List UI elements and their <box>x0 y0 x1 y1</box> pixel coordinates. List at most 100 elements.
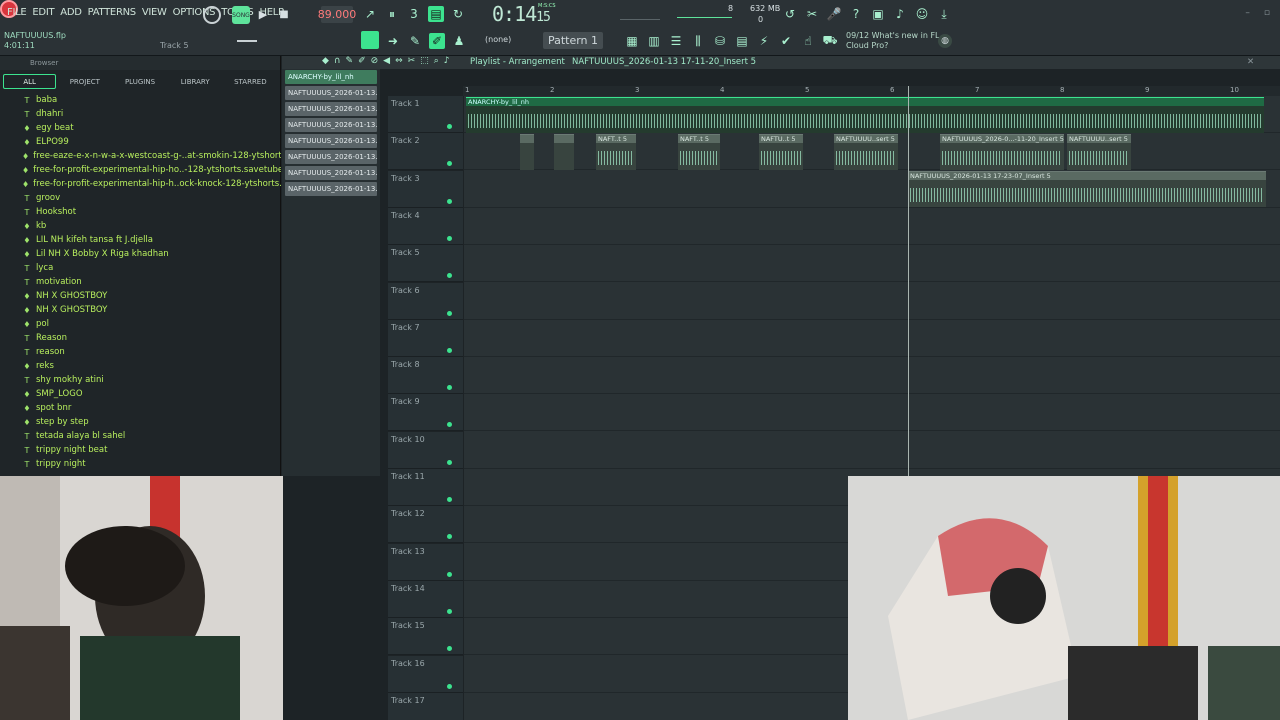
paint-icon[interactable]: ✐ <box>358 56 366 69</box>
countdown-icon[interactable]: 3 <box>406 6 422 22</box>
track-header[interactable]: Track 2 <box>388 133 463 171</box>
picker-item[interactable]: NAFTUUUUS_2026-01-13... <box>285 134 377 148</box>
browser-item[interactable]: Tlyca <box>0 261 281 275</box>
track-header[interactable]: Track 10 <box>388 431 463 469</box>
track-header[interactable]: Track 7 <box>388 319 463 357</box>
track-header[interactable]: Track 8 <box>388 357 463 395</box>
browser-item[interactable]: Tshy mokhy atini <box>0 373 281 387</box>
arrow-icon[interactable]: ➜ <box>385 33 401 49</box>
browser-item[interactable]: ♦ ELPO99 <box>0 135 281 149</box>
mixer-icon[interactable]: ✂ <box>804 6 820 22</box>
brush-icon[interactable]: ✎ <box>407 33 423 49</box>
browser-item[interactable]: Treason <box>0 345 281 359</box>
track-header[interactable]: Track 17 <box>388 692 463 720</box>
browser-item[interactable]: Tgroov <box>0 191 281 205</box>
mixer-faders-icon[interactable]: ⫼ <box>690 33 706 49</box>
browser-item[interactable]: T Reason <box>0 331 281 345</box>
browser-item[interactable]: ♦ spot bnr <box>0 401 281 415</box>
track-header[interactable]: Track 13 <box>388 543 463 581</box>
playhead[interactable] <box>908 86 909 476</box>
browser-item[interactable]: ♦ reks <box>0 359 281 373</box>
track-mute-led-icon[interactable] <box>447 571 452 577</box>
browser-item[interactable]: ♦ NH X GHOSTBOY <box>0 303 281 317</box>
clip-track2-2[interactable] <box>554 134 574 170</box>
microphone-icon[interactable]: 🎤 <box>826 6 842 22</box>
clip-track2-3[interactable]: NAFT..t 5 <box>596 134 636 170</box>
clip-track2-8[interactable]: NAFTUUUU..sert 5 <box>1067 134 1131 170</box>
browser-item[interactable]: Ttrippy night beat <box>0 443 281 457</box>
clip-track2-5[interactable]: NAFTU..t 5 <box>759 134 803 170</box>
track-header[interactable]: Track 5 <box>388 245 463 283</box>
menu-file[interactable]: FILE <box>4 7 29 18</box>
picker-item[interactable]: NAFTUUUUS_2026-01-13... <box>285 150 377 164</box>
track-mute-led-icon[interactable] <box>447 235 452 241</box>
track-mute-led-icon[interactable] <box>447 534 452 540</box>
track-mute-led-icon[interactable] <box>447 124 452 129</box>
touch-icon[interactable]: ☝ <box>800 33 816 49</box>
metronome-icon[interactable]: ↗ <box>362 6 378 22</box>
minimize-icon[interactable]: – <box>1245 8 1250 18</box>
track-mute-led-icon[interactable] <box>447 161 452 167</box>
maximize-icon[interactable]: ▫ <box>1264 8 1270 18</box>
menu-view[interactable]: VIEW <box>139 7 170 18</box>
track-header[interactable]: Track 3 <box>388 170 463 208</box>
shop-icon[interactable]: ⛟ <box>822 33 838 49</box>
undo-history-icon[interactable]: ↺ <box>782 6 798 22</box>
track-mute-led-icon[interactable] <box>447 347 452 353</box>
track-mute-led-icon[interactable] <box>447 683 452 689</box>
plug-icon[interactable]: ⚡ <box>756 33 772 49</box>
menu-add[interactable]: ADD <box>57 7 84 18</box>
tab-library[interactable]: LIBRARY <box>169 74 222 89</box>
chat-icon[interactable]: ☺ <box>914 6 930 22</box>
clip-track2-1[interactable] <box>520 134 534 170</box>
magnet-icon[interactable]: ∩ <box>334 56 341 69</box>
browser-item[interactable]: Tdhahri <box>0 107 281 121</box>
channel-rack-icon[interactable]: ▦ <box>624 33 640 49</box>
track-mute-led-icon[interactable] <box>447 646 452 652</box>
delete-icon[interactable]: ⊘ <box>371 56 379 69</box>
playlist-button-icon[interactable] <box>361 31 379 49</box>
plugin-icon[interactable]: ▤ <box>734 33 750 49</box>
snap-select[interactable]: (none) <box>485 35 511 44</box>
track-mute-led-icon[interactable] <box>447 273 452 279</box>
browser-item[interactable]: ♦ egy beat <box>0 121 281 135</box>
picker-item[interactable]: NAFTUUUUS_2026-01-13... <box>285 102 377 116</box>
zoom-icon[interactable]: ⌕ <box>434 56 439 69</box>
browser-item[interactable]: ♦ SMP_LOGO <box>0 387 281 401</box>
stop-icon[interactable]: ■ <box>277 6 291 22</box>
download-icon[interactable]: ⤓ <box>936 6 952 22</box>
help-icon[interactable]: ? <box>848 6 864 22</box>
track-mute-led-icon[interactable] <box>447 385 452 391</box>
track-mute-led-icon[interactable] <box>447 422 452 428</box>
track-mute-led-icon[interactable] <box>447 198 452 204</box>
playlist-pattern-title[interactable]: NAFTUUUUS_2026-01-13 17-11-20_Insert 5 <box>572 57 756 67</box>
tab-project[interactable]: PROJECT <box>58 74 111 89</box>
master-pitch-knob-icon[interactable] <box>203 6 221 24</box>
track-header[interactable]: Track 11 <box>388 469 463 506</box>
pattern-selector[interactable]: Pattern 1 <box>543 32 603 49</box>
picker-item[interactable]: ANARCHY-by_lil_nh <box>285 70 377 84</box>
browser-item[interactable]: ♦ pol <box>0 317 281 331</box>
track-mute-led-icon[interactable] <box>447 608 452 614</box>
clip-track2-7[interactable]: NAFTUUUUS_2026-0...-11-20_Insert 5 <box>940 134 1064 170</box>
browser-item[interactable]: ♦ free-for-profit-experimental-hip-ho..-1… <box>0 163 281 177</box>
browser-item[interactable]: T Hookshot <box>0 205 281 219</box>
browser-icon[interactable]: ⛁ <box>712 33 728 49</box>
clip-track2-4[interactable]: NAFT..t 5 <box>678 134 720 170</box>
clip-track2-6[interactable]: NAFTUUUU..sert 5 <box>834 134 898 170</box>
browser-item[interactable]: ♦ kb <box>0 219 281 233</box>
wait-input-icon[interactable]: ⏸ <box>384 6 400 22</box>
picker-item[interactable]: NAFTUUUUS_2026-01-13... <box>285 166 377 180</box>
step-edit-icon[interactable]: ▤ <box>428 6 444 22</box>
save-icon[interactable]: ▣ <box>870 6 886 22</box>
snap-icon[interactable]: ◆ <box>322 56 329 69</box>
track-header[interactable]: Track 12 <box>388 506 463 544</box>
tab-starred[interactable]: STARRED <box>224 74 277 89</box>
picker-item[interactable]: NAFTUUUUS_2026-01-13... <box>285 182 377 196</box>
tempo-tap-icon[interactable]: ✔ <box>778 33 794 49</box>
track-header[interactable]: Track 9 <box>388 394 463 432</box>
news-panel[interactable]: 09/12 What's new in FL Cloud Pro? <box>846 31 940 51</box>
browser-item[interactable]: Tmotivation <box>0 275 281 289</box>
timeline-ruler[interactable]: 1 2 3 4 5 6 7 8 9 10 <box>463 86 1280 96</box>
mute-icon[interactable]: ◀ <box>383 56 390 69</box>
